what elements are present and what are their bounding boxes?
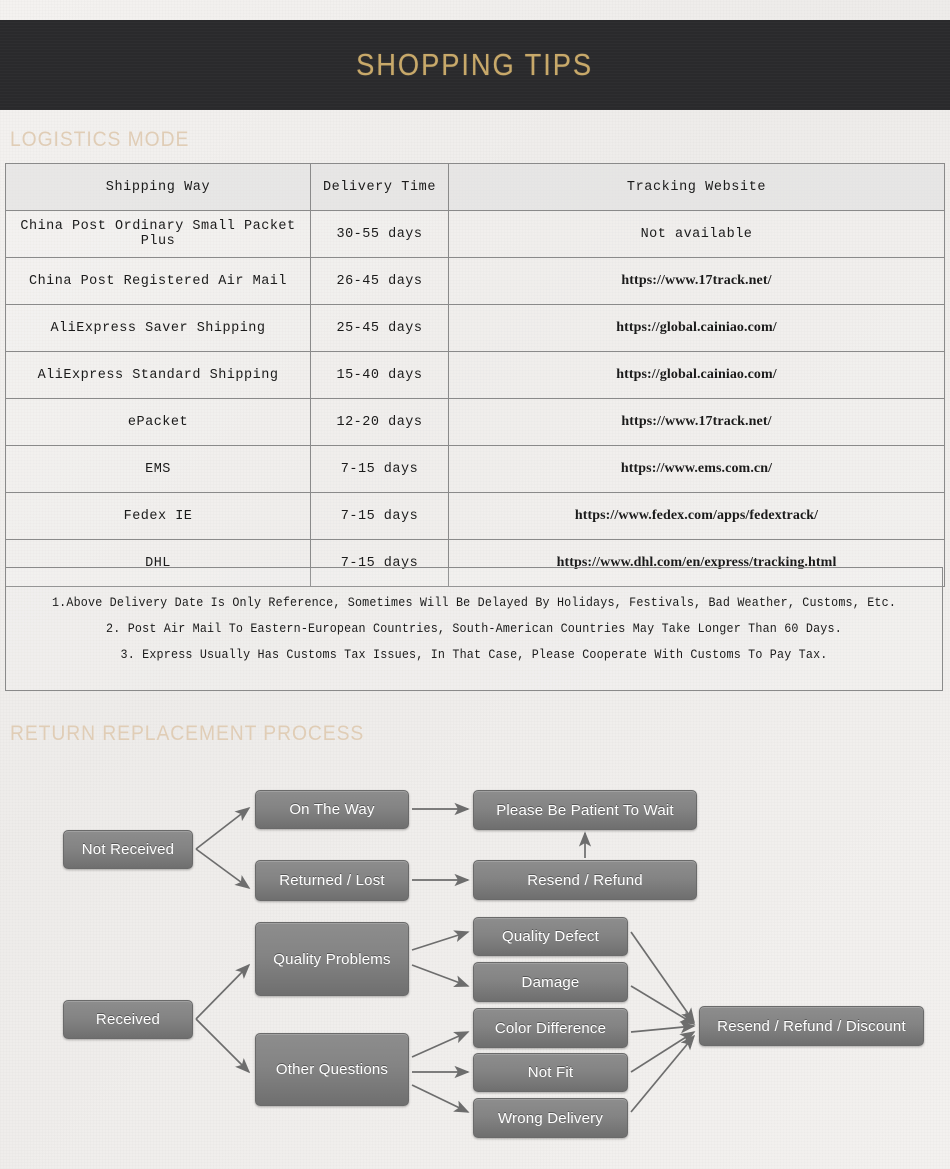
flow-node-color-difference[interactable]: Color Difference — [473, 1008, 628, 1048]
cell-shipping-way: ePacket — [5, 398, 311, 446]
section-heading-return-process: RETURN REPLACEMENT PROCESS — [10, 722, 365, 745]
flow-node-label: Not Received — [81, 841, 175, 858]
return-process-flowchart: Not Received Received On The Way Returne… — [0, 760, 950, 1160]
cell-tracking-website[interactable]: https://global.cainiao.com/ — [448, 351, 945, 399]
cell-tracking-website[interactable]: https://www.17track.net/ — [448, 398, 945, 446]
flow-node-label: Resend / Refund / Discount — [717, 1017, 906, 1035]
flow-node-label: Quality Problems — [273, 950, 391, 968]
cell-shipping-way: China Post Registered Air Mail — [5, 257, 311, 305]
table-row: AliExpress Saver Shipping 25-45 days htt… — [5, 304, 945, 352]
page-title: SHOPPING TIPS — [356, 47, 594, 82]
cell-tracking-website[interactable]: https://global.cainiao.com/ — [448, 304, 945, 352]
flow-node-label: Color Difference — [494, 1019, 607, 1037]
note-item: 3. Express Usually Has Customs Tax Issue… — [120, 648, 828, 662]
cell-tracking-website[interactable]: https://www.fedex.com/apps/fedextrack/ — [448, 492, 945, 540]
flow-node-quality-defect[interactable]: Quality Defect — [473, 917, 628, 956]
flow-node-received[interactable]: Received — [63, 1000, 193, 1039]
cell-delivery-time: 30-55 days — [310, 210, 449, 258]
cell-shipping-way: AliExpress Saver Shipping — [5, 304, 311, 352]
cell-shipping-way: Fedex IE — [5, 492, 311, 540]
flow-node-wrong-delivery[interactable]: Wrong Delivery — [473, 1098, 628, 1138]
column-header-delivery-time: Delivery Time — [310, 163, 449, 211]
note-item: 2. Post Air Mail To Eastern-European Cou… — [106, 622, 842, 636]
cell-tracking-website[interactable]: https://www.17track.net/ — [448, 257, 945, 305]
table-row: AliExpress Standard Shipping 15-40 days … — [5, 351, 945, 399]
cell-delivery-time: 7-15 days — [310, 445, 449, 493]
flow-node-label: Quality Defect — [501, 928, 599, 945]
cell-shipping-way: EMS — [5, 445, 311, 493]
flow-node-label: Returned / Lost — [279, 872, 385, 889]
cell-delivery-time: 15-40 days — [310, 351, 449, 399]
flow-node-label: Damage — [521, 973, 580, 991]
flow-node-please-be-patient-to-wait[interactable]: Please Be Patient To Wait — [473, 790, 697, 830]
table-row: Fedex IE 7-15 days https://www.fedex.com… — [5, 492, 945, 540]
flow-node-resend-refund-discount[interactable]: Resend / Refund / Discount — [699, 1006, 924, 1046]
cell-delivery-time: 26-45 days — [310, 257, 449, 305]
column-header-tracking-website: Tracking Website — [448, 163, 945, 211]
table-row: EMS 7-15 days https://www.ems.com.cn/ — [5, 445, 945, 493]
flow-node-on-the-way[interactable]: On The Way — [255, 790, 409, 829]
logistics-notes-box: 1.Above Delivery Date Is Only Reference,… — [5, 567, 943, 691]
section-heading-logistics: LOGISTICS MODE — [10, 128, 190, 151]
table-row: China Post Registered Air Mail 26-45 day… — [5, 257, 945, 305]
flow-node-other-questions[interactable]: Other Questions — [255, 1033, 409, 1106]
column-header-shipping-way: Shipping Way — [5, 163, 311, 211]
page-header-bar: SHOPPING TIPS — [0, 20, 950, 110]
flow-node-label: Please Be Patient To Wait — [496, 801, 674, 819]
cell-shipping-way: China Post Ordinary Small Packet Plus — [5, 210, 311, 258]
cell-tracking-website: Not available — [448, 210, 945, 258]
flow-node-returned-lost[interactable]: Returned / Lost — [255, 860, 409, 901]
flow-node-label: Other Questions — [275, 1061, 389, 1078]
cell-tracking-website[interactable]: https://www.ems.com.cn/ — [448, 445, 945, 493]
flow-node-label: Wrong Delivery — [497, 1109, 604, 1127]
cell-shipping-way: AliExpress Standard Shipping — [5, 351, 311, 399]
flow-node-label: Received — [95, 1011, 161, 1028]
logistics-table: Shipping Way Delivery Time Tracking Webs… — [5, 163, 945, 587]
flow-node-resend-refund[interactable]: Resend / Refund — [473, 860, 697, 900]
flow-node-not-received[interactable]: Not Received — [63, 830, 193, 869]
flow-node-label: On The Way — [289, 801, 375, 818]
flow-node-label: Not Fit — [527, 1064, 574, 1081]
flow-node-quality-problems[interactable]: Quality Problems — [255, 922, 409, 996]
cell-delivery-time: 12-20 days — [310, 398, 449, 446]
flow-node-not-fit[interactable]: Not Fit — [473, 1053, 628, 1092]
flow-node-damage[interactable]: Damage — [473, 962, 628, 1002]
flow-node-label: Resend / Refund — [527, 871, 643, 889]
table-header-row: Shipping Way Delivery Time Tracking Webs… — [5, 163, 945, 211]
cell-delivery-time: 7-15 days — [310, 492, 449, 540]
cell-delivery-time: 25-45 days — [310, 304, 449, 352]
table-row: ePacket 12-20 days https://www.17track.n… — [5, 398, 945, 446]
note-item: 1.Above Delivery Date Is Only Reference,… — [51, 596, 897, 610]
table-row: China Post Ordinary Small Packet Plus 30… — [5, 210, 945, 258]
